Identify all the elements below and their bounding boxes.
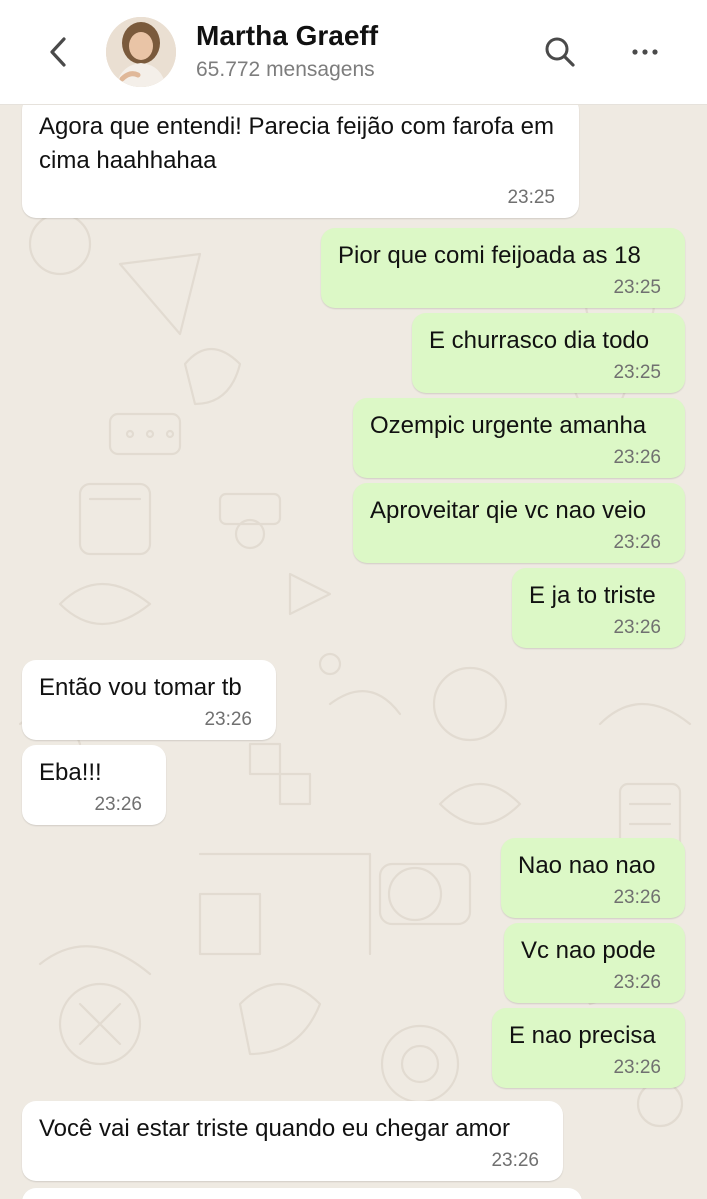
message-time: 23:26 [491,1150,539,1171]
message-outgoing[interactable]: Nao nao nao 23:26 [501,838,685,918]
contact-name[interactable]: Martha Graeff [196,20,378,52]
message-text: Aproveitar qie vc nao veio [370,497,647,524]
message-incoming[interactable]: Você vai estar triste quando eu chegar a… [22,1101,563,1181]
message-list[interactable]: Agora que entendi! Parecia feijão com fa… [0,104,707,1199]
message-text: Você vai estar triste quando eu chegar a… [39,1115,510,1142]
message-text: E churrasco dia todo [429,327,650,354]
message-text: Ozempic urgente amanha [370,412,647,439]
message-text: Eba!!! [39,759,102,786]
message-time: 23:26 [613,532,661,553]
message-outgoing[interactable]: Ozempic urgente amanha 23:26 [353,398,685,478]
avatar-image [106,17,176,87]
message-time: 23:26 [204,709,252,730]
more-options-button[interactable] [620,30,670,74]
message-text: E ja to triste [529,582,656,609]
message-outgoing[interactable]: Pior que comi feijoada as 18 23:25 [321,228,685,308]
chat-header: Martha Graeff 65.772 mensagens [0,0,707,105]
message-text: Nao nao nao [518,852,656,879]
search-button[interactable] [538,30,582,74]
more-horizontal-icon [632,49,658,55]
message-time: 23:26 [613,1057,661,1078]
message-incoming[interactable]: Eba!!! 23:26 [22,745,166,825]
message-outgoing[interactable]: E nao precisa 23:26 [492,1008,685,1088]
message-outgoing[interactable]: Vc nao pode 23:26 [504,923,685,1003]
message-text: E nao precisa [509,1022,656,1049]
chevron-left-icon [50,37,66,67]
message-incoming[interactable]: Então vou tomar tb 23:26 [22,660,276,740]
message-text: Pior que comi feijoada as 18 [338,242,641,269]
message-time: 23:26 [613,972,661,993]
search-icon [545,37,575,67]
message-incoming[interactable]: Agora que entendi! Parecia feijão com fa… [22,104,579,218]
message-time: 23:25 [613,277,661,298]
message-text: Então vou tomar tb [39,674,242,701]
back-button[interactable] [38,30,82,74]
avatar[interactable] [106,17,176,87]
message-time: 23:25 [613,362,661,383]
message-outgoing[interactable]: Aproveitar qie vc nao veio 23:26 [353,483,685,563]
message-time: 23:25 [507,187,555,208]
message-text: Agora que entendi! Parecia feijão com fa… [39,113,554,174]
message-outgoing[interactable]: E churrasco dia todo 23:25 [412,313,685,393]
message-time: 23:26 [613,617,661,638]
message-text: Vc nao pode [521,937,656,964]
message-time: 23:26 [613,887,661,908]
message-time: 23:26 [94,794,142,815]
message-outgoing[interactable]: E ja to triste 23:26 [512,568,685,648]
message-time: 23:26 [613,447,661,468]
message-count: 65.772 mensagens [196,58,375,81]
message-incoming-partial[interactable] [22,1188,582,1199]
